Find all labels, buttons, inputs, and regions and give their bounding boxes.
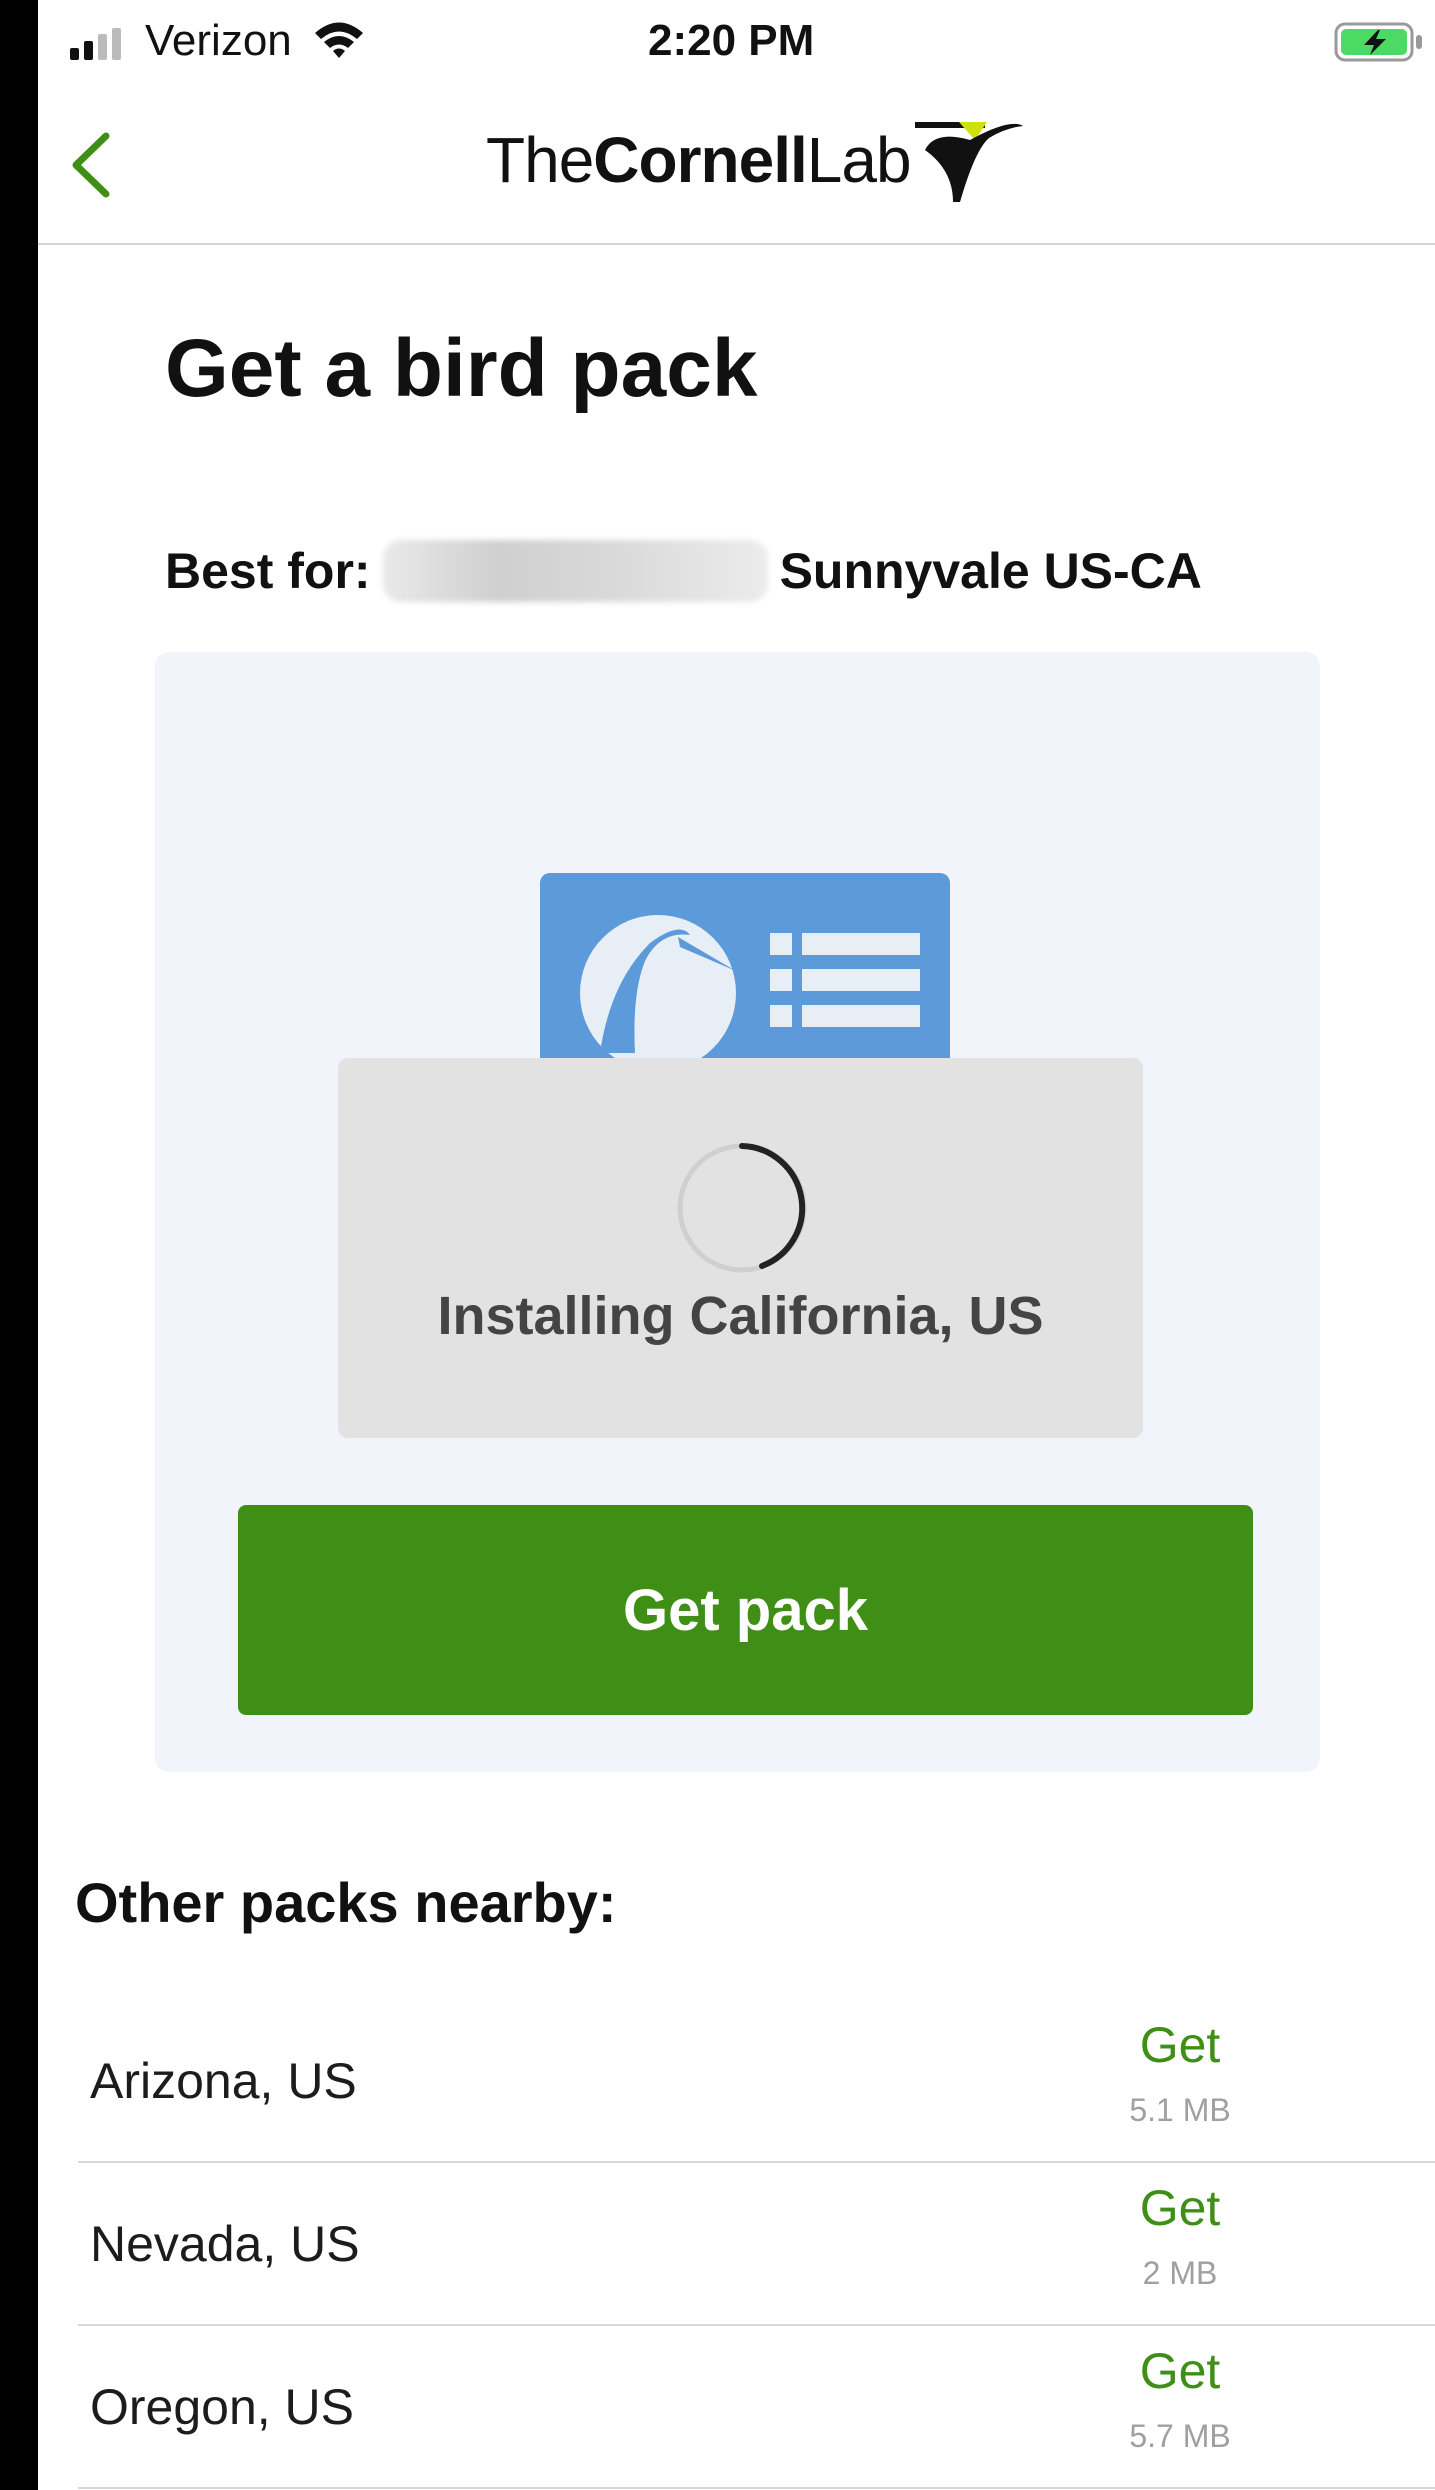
best-for-row: Best for: Sunnyvale US-CA [165,540,1202,602]
other-packs-heading: Other packs nearby: [75,1871,617,1934]
get-button[interactable]: Get [1100,2342,1260,2400]
pack-size: 5.1 MB [1129,2092,1231,2128]
pack-name: Oregon, US [90,2378,355,2435]
bird-pack-image [540,873,950,1073]
get-button[interactable]: Get [1100,2016,1260,2074]
pack-size: 2 MB [1142,2255,1218,2291]
get-button[interactable]: Get [1100,2179,1260,2237]
wifi-icon [315,22,363,58]
list-item: Arizona, US Get 5.1 MB [78,2000,1435,2163]
chevron-left-icon[interactable] [66,130,116,200]
other-packs-list: Arizona, US Get 5.1 MB Nevada, US Get 2 … [78,2000,1435,2489]
cornell-lab-logo: The Cornell Lab [486,110,1025,210]
pack-name: Nevada, US [90,2215,360,2272]
signal-icon [70,28,121,60]
list-item: Oregon, US Get 5.7 MB [78,2326,1435,2489]
loading-spinner-icon [677,1143,807,1273]
bird-pack-icon [580,915,920,1071]
logo-lab: Lab [806,124,912,196]
installing-status: Installing California, US [437,1286,1044,1346]
screen-edge [0,0,38,2490]
logo-cornell: Cornell [593,124,807,196]
logo-the: The [486,124,594,196]
list-item: Nevada, US Get 2 MB [78,2163,1435,2326]
status-time: 2:20 PM [648,16,815,65]
battery-charging-icon [1334,22,1422,62]
nav-bar: The Cornell Lab [38,80,1435,245]
best-for-label: Best for: [165,543,371,599]
redacted-address [382,540,768,602]
bird-logo-icon [914,122,1023,202]
get-pack-button[interactable]: Get pack [238,1505,1253,1715]
carrier-name: Verizon [145,16,292,65]
best-for-location: Sunnyvale US-CA [779,543,1202,599]
page-title: Get a bird pack [165,323,758,414]
status-bar: Verizon 2:20 PM [38,0,1435,80]
pack-name: Arizona, US [90,2052,357,2109]
pack-size: 5.7 MB [1129,2418,1231,2454]
